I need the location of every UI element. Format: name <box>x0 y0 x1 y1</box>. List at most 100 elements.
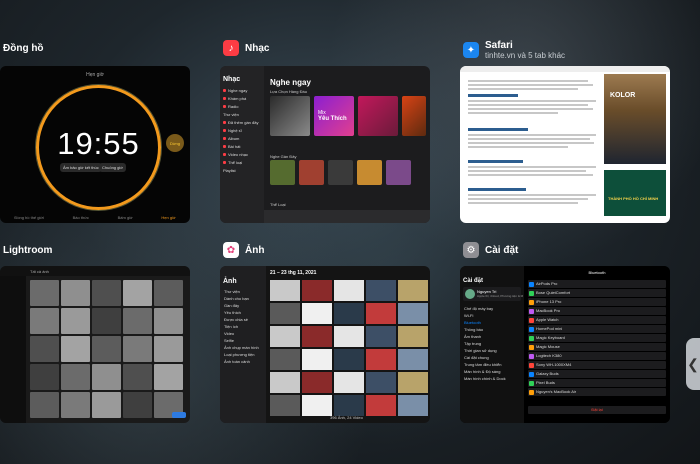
photo-thumbnail <box>270 303 300 324</box>
sidebar-item: Tiện ích <box>224 324 239 329</box>
photo-thumbnail <box>92 280 121 306</box>
album-art <box>270 160 295 185</box>
photo-thumbnail <box>30 280 59 306</box>
photo-thumbnail <box>398 349 428 370</box>
app-card-subtitle: tinhte.vn và 5 tab khác <box>485 51 566 60</box>
sound-pill: Chuông giờ <box>99 163 126 172</box>
device-row: MacBook Pro <box>528 307 666 315</box>
sidebar-item: Bluetooth <box>464 320 481 325</box>
app-card-lightroom[interactable]: Lightroom Tất cả ảnh <box>0 242 200 426</box>
sound-pill: Âm bảo giờ kết thúc <box>60 163 102 172</box>
photo-thumbnail <box>61 336 90 362</box>
photo-thumbnail <box>270 280 300 301</box>
app-thumbnail[interactable]: Nhạc Nghe ngay Khám phá Radio Thư viện Đ… <box>220 66 430 223</box>
app-thumbnail[interactable]: Ảnh Thư viện Dành cho bạn Gần đây Yêu th… <box>220 266 430 423</box>
app-card-title: Đồng hồ <box>3 43 44 54</box>
photo-thumbnail <box>334 395 364 416</box>
sidebar-item: Màn hình & Độ sáng <box>464 369 501 374</box>
photo-thumbnail <box>302 326 332 347</box>
sidebar-item: Thời gian sử dụng <box>464 348 497 353</box>
device-icon <box>529 389 534 395</box>
app-card-title: Nhạc <box>245 42 270 54</box>
date-range: 21 – 23 thg 11, 2021 <box>270 270 317 276</box>
album-art <box>357 160 382 185</box>
photo-thumbnail <box>123 364 152 390</box>
sidebar-item: Đã thêm gần đây <box>223 119 261 126</box>
app-thumbnail[interactable]: Hẹn giờ 19:55 Âm bảo giờ kết thúc Chuông… <box>0 66 190 223</box>
clock-tabbar: Đồng hồ thế giới Báo thức Bấm giờ Hẹn gi… <box>0 211 190 223</box>
photo-thumbnail <box>398 303 428 324</box>
photo-thumbnail <box>270 372 300 393</box>
photo-thumbnail <box>334 349 364 370</box>
app-thumbnail[interactable]: KOLOR THÀNH PHỐ HỒ CHÍ MINH <box>460 66 670 223</box>
app-card-safari[interactable]: ✦ Safari tinhte.vn và 5 tab khác KOLOR T… <box>460 40 672 224</box>
sidebar-item: Yêu thích <box>224 310 241 315</box>
app-card-clock[interactable]: Đồng hồ Hẹn giờ 19:55 Âm bảo giờ kết thú… <box>0 40 200 224</box>
photo-thumbnail <box>92 364 121 390</box>
photo-thumbnail <box>154 280 183 306</box>
device-icon <box>529 344 534 350</box>
photo-thumbnail <box>61 280 90 306</box>
add-photo-button <box>172 412 186 418</box>
sidebar-item: Được chia sẻ <box>224 317 248 322</box>
device-row: Pixel Buds <box>528 379 666 387</box>
mix-art: Mix Yêu Thích <box>314 96 354 136</box>
article-heading <box>468 94 518 97</box>
photo-thumbnail <box>302 280 332 301</box>
sidebar-item: Nghệ sĩ <box>223 127 261 134</box>
sidebar-item: Wi-Fi <box>464 313 474 318</box>
device-row: Apple Watch <box>528 316 666 324</box>
device-icon <box>529 317 534 323</box>
app-card-music[interactable]: ♪ Nhạc Nhạc Nghe ngay Khám phá Radio Thư… <box>220 40 432 224</box>
device-row: iPhone 13 Pro <box>528 298 666 306</box>
device-row: Galaxy Buds <box>528 370 666 378</box>
sidebar-item: Loại phương tiện <box>224 352 255 357</box>
sidebar-item: Tập trung <box>464 341 482 346</box>
sidebar-item: Nghe ngay <box>223 87 261 94</box>
sidebar-title: Nhạc <box>223 76 241 83</box>
album-art <box>358 96 398 136</box>
photo-thumbnail <box>398 326 428 347</box>
device-icon <box>529 290 534 296</box>
photo-thumbnail <box>30 364 59 390</box>
photo-thumbnail <box>154 364 183 390</box>
photo-thumbnail <box>366 326 396 347</box>
device-icon <box>529 299 534 305</box>
photo-thumbnail <box>334 372 364 393</box>
article-heading <box>468 188 526 191</box>
device-icon <box>529 281 534 287</box>
app-thumbnail[interactable]: Cài đặt Nguyen Tri Apple ID, iCloud, Phư… <box>460 266 670 423</box>
device-row: AirPods Pro <box>528 280 666 288</box>
lightroom-toolbar: Tất cả ảnh <box>0 266 190 276</box>
device-icon <box>529 362 534 368</box>
app-card-settings[interactable]: ⚙ Cài đặt Cài đặt Nguyen Tri Apple ID, i… <box>460 242 672 426</box>
photo-count: 396 Ảnh, 24 Video <box>330 415 363 420</box>
app-card-title: Ảnh <box>245 244 265 256</box>
photo-thumbnail <box>92 336 121 362</box>
photo-thumbnail <box>123 392 152 418</box>
photo-thumbnail <box>30 308 59 334</box>
device-row: Sony WH-1000XM4 <box>528 361 666 369</box>
photo-thumbnail <box>334 326 364 347</box>
sidebar-item: Âm thanh <box>464 334 482 339</box>
sidebar-item: Ảnh toàn cảnh <box>224 359 250 364</box>
photo-thumbnail <box>92 392 121 418</box>
app-thumbnail[interactable]: Tất cả ảnh <box>0 266 190 423</box>
photo-thumbnail <box>61 308 90 334</box>
sidebar-item: Khám phá <box>223 95 261 102</box>
article-heading <box>468 160 523 163</box>
photo-thumbnail <box>154 308 183 334</box>
device-row: Logitech K380 <box>528 352 666 360</box>
music-sidebar: Nhạc Nghe ngay Khám phá Radio Thư viện Đ… <box>220 66 264 223</box>
device-row: Magic Mouse <box>528 343 666 351</box>
device-row: Nguyen's MacBook Air <box>528 388 666 396</box>
album-art <box>386 160 411 185</box>
article-heading <box>468 128 528 131</box>
profile-row: Nguyen Tri Apple ID, iCloud, Phương tiện… <box>463 287 523 301</box>
photo-thumbnail <box>61 392 90 418</box>
advertisement-banner: KOLOR <box>604 74 666 164</box>
album-art <box>328 160 353 185</box>
app-card-photos[interactable]: ✿ Ảnh Ảnh Thư viện Dành cho bạn Gần đây … <box>220 242 432 426</box>
photo-thumbnail <box>302 395 332 416</box>
sidebar-handle-chevron-icon[interactable]: ❮ <box>686 338 700 390</box>
